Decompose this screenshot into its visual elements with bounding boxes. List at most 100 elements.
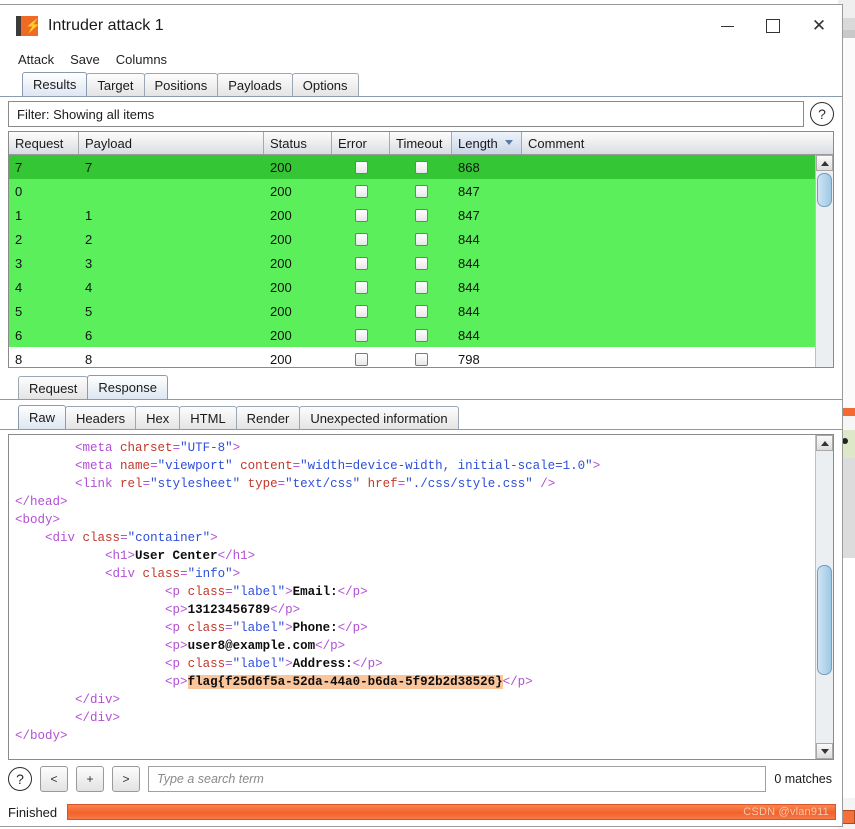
- search-prev-button[interactable]: <: [40, 766, 68, 792]
- response-scroll-thumb[interactable]: [817, 565, 832, 675]
- results-scroll-thumb[interactable]: [817, 173, 832, 207]
- error-checkbox[interactable]: [354, 328, 368, 342]
- cell-length: 798: [458, 351, 480, 367]
- tab-results[interactable]: Results: [22, 72, 88, 96]
- error-checkbox[interactable]: [354, 208, 368, 222]
- table-row[interactable]: 2 2 200 844: [9, 227, 815, 251]
- search-help-icon[interactable]: ?: [8, 767, 32, 791]
- timeout-checkbox[interactable]: [414, 184, 428, 198]
- results-table: Request Payload Status Error Timeout Len…: [8, 131, 834, 368]
- maximize-icon[interactable]: [750, 5, 796, 47]
- error-checkbox[interactable]: [354, 184, 368, 198]
- menu-item-columns[interactable]: Columns: [116, 52, 167, 67]
- tab-positions[interactable]: Positions: [143, 73, 219, 96]
- error-checkbox[interactable]: [354, 160, 368, 174]
- timeout-checkbox[interactable]: [414, 232, 428, 246]
- column-header-timeout[interactable]: Timeout: [390, 132, 452, 154]
- cell-comment: [522, 227, 727, 251]
- cell-timeout: [390, 299, 452, 323]
- timeout-checkbox[interactable]: [414, 256, 428, 270]
- filter-bar[interactable]: Filter: Showing all items: [8, 101, 804, 127]
- tab-target[interactable]: Target: [86, 73, 145, 96]
- tab-html[interactable]: HTML: [179, 406, 237, 429]
- error-checkbox[interactable]: [354, 352, 368, 366]
- cell-comment: [522, 155, 727, 179]
- cell-timeout: [390, 155, 452, 179]
- table-row[interactable]: 0 200 847: [9, 179, 815, 203]
- menu-item-attack[interactable]: Attack: [18, 52, 54, 67]
- response-scroll-up-icon[interactable]: [816, 435, 833, 451]
- cell-error: [332, 323, 390, 347]
- tab-options[interactable]: Options: [291, 73, 359, 96]
- table-row[interactable]: 3 3 200 844: [9, 251, 815, 275]
- menu-item-save[interactable]: Save: [70, 52, 100, 67]
- error-checkbox[interactable]: [354, 304, 368, 318]
- response-body-code[interactable]: <meta charset="UTF-8"> <meta name="viewp…: [9, 435, 833, 759]
- error-checkbox[interactable]: [354, 280, 368, 294]
- progress-bar: CSDN @vlan911: [67, 804, 836, 820]
- timeout-checkbox[interactable]: [414, 328, 428, 342]
- timeout-checkbox[interactable]: [414, 280, 428, 294]
- results-scrollbar[interactable]: [815, 155, 833, 367]
- main-tab-strip: Results Target Positions Payloads Option…: [0, 71, 842, 97]
- table-row[interactable]: 1 1 200 847: [9, 203, 815, 227]
- column-header-error[interactable]: Error: [332, 132, 390, 154]
- cell-error: [332, 155, 390, 179]
- tab-raw[interactable]: Raw: [18, 405, 67, 429]
- timeout-checkbox[interactable]: [414, 160, 428, 174]
- cell-timeout: [390, 251, 452, 275]
- column-header-length[interactable]: Length: [452, 132, 522, 154]
- scroll-up-icon[interactable]: [816, 155, 833, 171]
- question-mark-icon[interactable]: ?: [810, 102, 834, 126]
- cell-payload: 4: [85, 279, 93, 295]
- minimize-icon[interactable]: [704, 5, 750, 47]
- table-row[interactable]: 8 8 200 798: [9, 347, 815, 367]
- timeout-checkbox[interactable]: [414, 304, 428, 318]
- cell-error: [332, 179, 390, 203]
- cell-payload: 1: [85, 207, 93, 223]
- cell-payload: 7: [85, 159, 93, 175]
- column-header-comment[interactable]: Comment: [522, 132, 727, 154]
- tab-payloads[interactable]: Payloads: [217, 73, 293, 96]
- search-add-button[interactable]: +: [76, 766, 104, 792]
- intruder-attack-window: ⚡ Intruder attack 1 ✕ Attack Save Column…: [0, 4, 843, 827]
- column-header-status[interactable]: Status: [264, 132, 332, 154]
- response-scrollbar[interactable]: [815, 435, 833, 759]
- cell-status: 200: [270, 279, 292, 295]
- close-icon[interactable]: ✕: [796, 5, 842, 47]
- tab-headers[interactable]: Headers: [65, 406, 137, 429]
- cell-error: [332, 275, 390, 299]
- flag-highlight: flag{f25d6f5a-52da-44a0-b6da-5f92b2d3852…: [187, 675, 503, 689]
- tab-unexpected-information[interactable]: Unexpected information: [299, 406, 459, 429]
- response-scroll-down-icon[interactable]: [816, 743, 833, 759]
- table-row[interactable]: 7 7 200 868: [9, 155, 815, 179]
- search-input[interactable]: Type a search term: [148, 766, 767, 792]
- tab-render[interactable]: Render: [235, 406, 301, 429]
- timeout-checkbox[interactable]: [414, 352, 428, 366]
- tab-response[interactable]: Response: [87, 375, 168, 399]
- table-row[interactable]: 4 4 200 844: [9, 275, 815, 299]
- cell-request: 6: [15, 327, 23, 343]
- cell-payload: 5: [85, 303, 93, 319]
- cell-payload: 6: [85, 327, 93, 343]
- cell-length: 847: [458, 207, 480, 223]
- cell-error: [332, 299, 390, 323]
- column-header-payload[interactable]: Payload: [79, 132, 264, 154]
- cell-payload: [79, 179, 264, 203]
- table-row[interactable]: 5 5 200 844: [9, 299, 815, 323]
- sort-descending-icon: [505, 140, 513, 145]
- cell-status: 200: [270, 183, 292, 199]
- timeout-checkbox[interactable]: [414, 208, 428, 222]
- table-header-row: Request Payload Status Error Timeout Len…: [9, 132, 833, 155]
- cell-timeout: [390, 179, 452, 203]
- table-body: 7 7 200 868 0 200 847 1 1 200 847 2 2 200 844 3 3 200 844 4…: [9, 155, 833, 367]
- tab-hex[interactable]: Hex: [135, 406, 181, 429]
- tab-request[interactable]: Request: [18, 376, 89, 399]
- error-checkbox[interactable]: [354, 256, 368, 270]
- cell-error: [332, 227, 390, 251]
- table-row[interactable]: 6 6 200 844: [9, 323, 815, 347]
- column-header-request[interactable]: Request: [9, 132, 79, 154]
- error-checkbox[interactable]: [354, 232, 368, 246]
- search-next-button[interactable]: >: [112, 766, 140, 792]
- cell-payload: 8: [85, 351, 93, 367]
